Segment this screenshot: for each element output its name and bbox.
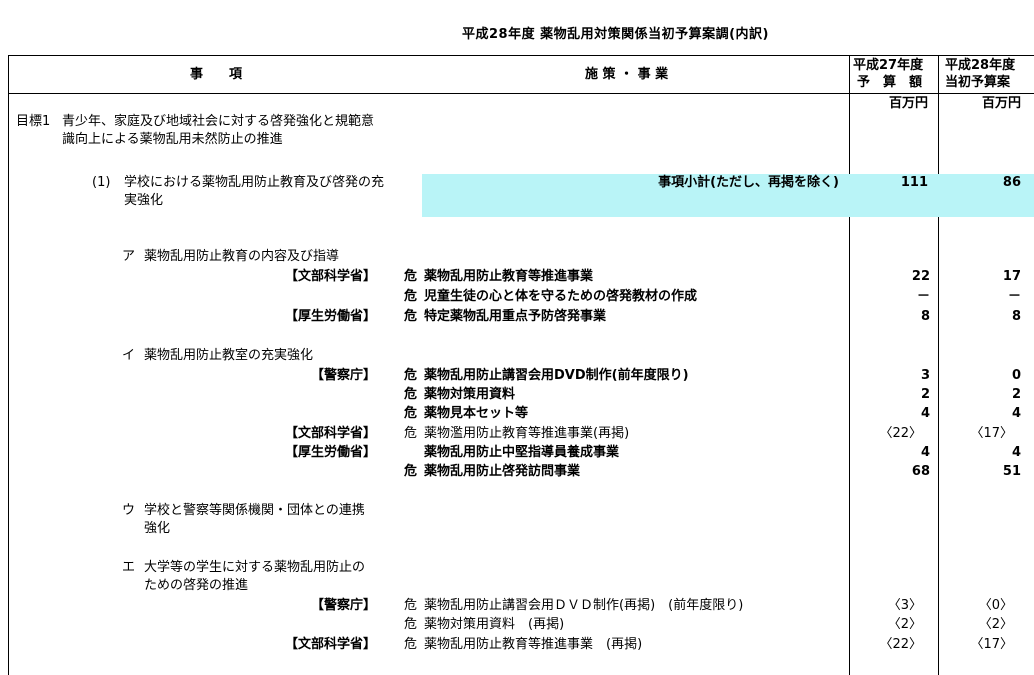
col-divider (938, 55, 939, 675)
measure-name: 特定薬物乱用重点予防啓発事業 (424, 309, 607, 324)
fy27-value: 8 (920, 309, 930, 324)
danger-mark: 危 (404, 464, 418, 479)
fy27-value: 22 (911, 269, 930, 284)
fy28-value: 17 (1002, 269, 1021, 284)
item-text: 薬物乱用防止教室の充実強化 (144, 348, 314, 363)
measure-name: 薬物対策用資料 (再掲) (424, 617, 565, 632)
measure-name: 薬物対策用資料 (424, 387, 516, 402)
fy28-value: 〈0〉 (978, 598, 1013, 613)
danger-mark: 危 (404, 289, 418, 304)
danger-mark: 危 (404, 426, 418, 441)
subtotal-fy28: 86 (1002, 175, 1021, 190)
header-fy28-line2: 当初予算案 (945, 75, 1011, 90)
ministry-label: 【厚生労働省】 (284, 445, 376, 460)
measure-name: 薬物乱用防止講習会用ＤＶＤ制作(再掲) (前年度限り) (424, 598, 744, 613)
fy28-value: 4 (1011, 406, 1021, 421)
fy28-value: 〈17〉 (970, 426, 1013, 441)
unit-fy28: 百万円 (981, 96, 1021, 111)
unit-fy27: 百万円 (888, 96, 928, 111)
item-label: エ (122, 560, 136, 575)
ministry-label: 【文部科学省】 (284, 637, 376, 652)
item-label: ウ (122, 503, 136, 518)
fy27-value: － (916, 289, 930, 304)
subtotal-fy27: 111 (900, 175, 928, 190)
header-fy27-line2: 予 算 額 (857, 75, 923, 90)
fy28-value: 〈17〉 (970, 637, 1013, 652)
measure-name: 薬物乱用防止啓発訪問事業 (424, 464, 581, 479)
fy27-value: 〈22〉 (879, 426, 922, 441)
fy28-value: 2 (1011, 387, 1021, 402)
measure-name: 児童生徒の心と体を守るための啓発教材の作成 (424, 289, 698, 304)
ministry-label: 【文部科学省】 (284, 269, 376, 284)
measure-name: 薬物濫用防止教育等推進事業(再掲) (424, 426, 630, 441)
ministry-label: 【文部科学省】 (284, 426, 376, 441)
header-fy27-line1: 平成27年度 (853, 58, 924, 73)
item-label: ア (122, 249, 136, 264)
danger-mark: 危 (404, 269, 418, 284)
measure-name: 薬物乱用防止中堅指導員養成事業 (424, 445, 620, 460)
fy27-value: 4 (920, 406, 930, 421)
section-label: (1) (92, 175, 111, 190)
fy27-value: 〈3〉 (887, 598, 922, 613)
fy27-value: 〈22〉 (879, 637, 922, 652)
measure-name: 薬物乱用防止講習会用DVD制作(前年度限り) (424, 368, 689, 383)
fy28-value: 4 (1011, 445, 1021, 460)
page-title: 平成28年度 薬物乱用対策関係当初予算案調(内訳) (462, 27, 769, 42)
item-text: 大学等の学生に対する薬物乱用防止のための啓発の推進 (144, 560, 366, 593)
measure-name: 薬物乱用防止教育等推進事業 (424, 269, 594, 284)
fy27-value: 4 (920, 445, 930, 460)
goal-text: 青少年、家庭及び地域社会に対する啓発強化と規範意識向上による薬物乱用未然防止の推… (62, 114, 375, 147)
header-fy28-line1: 平成28年度 (945, 58, 1016, 73)
ministry-label: 【警察庁】 (310, 368, 376, 383)
header-measures: 施 策 ・ 事 業 (585, 67, 669, 82)
item-text: 薬物乱用防止教育の内容及び指導 (144, 249, 340, 264)
danger-mark: 危 (404, 406, 418, 421)
item-label: イ (122, 348, 136, 363)
danger-mark: 危 (404, 387, 418, 402)
fy27-value: 〈2〉 (887, 617, 922, 632)
goal-label: 目標1 (16, 114, 51, 129)
measure-name: 薬物乱用防止教育等推進事業 (再掲) (424, 637, 643, 652)
danger-mark: 危 (404, 309, 418, 324)
subtotal-label: 事項小計(ただし、再掲を除く) (658, 175, 839, 190)
header-items: 事 項 (190, 67, 243, 82)
ministry-label: 【厚生労働省】 (284, 309, 376, 324)
danger-mark: 危 (404, 617, 418, 632)
fy28-value: 8 (1011, 309, 1021, 324)
danger-mark: 危 (404, 368, 418, 383)
fy28-value: － (1007, 289, 1021, 304)
col-divider (849, 55, 850, 675)
measure-name: 薬物見本セット等 (424, 406, 529, 421)
fy28-value: 〈2〉 (978, 617, 1013, 632)
danger-mark: 危 (404, 598, 418, 613)
fy27-value: 2 (920, 387, 930, 402)
fy27-value: 68 (911, 464, 930, 479)
header-divider (8, 93, 1034, 94)
ministry-label: 【警察庁】 (310, 598, 376, 613)
fy28-value: 51 (1002, 464, 1021, 479)
fy27-value: 3 (920, 368, 930, 383)
danger-mark: 危 (404, 637, 418, 652)
section-text: 学校における薬物乱用防止教育及び啓発の充実強化 (124, 175, 385, 208)
fy28-value: 0 (1011, 368, 1021, 383)
item-text: 学校と警察等関係機関・団体との連携強化 (144, 503, 365, 536)
